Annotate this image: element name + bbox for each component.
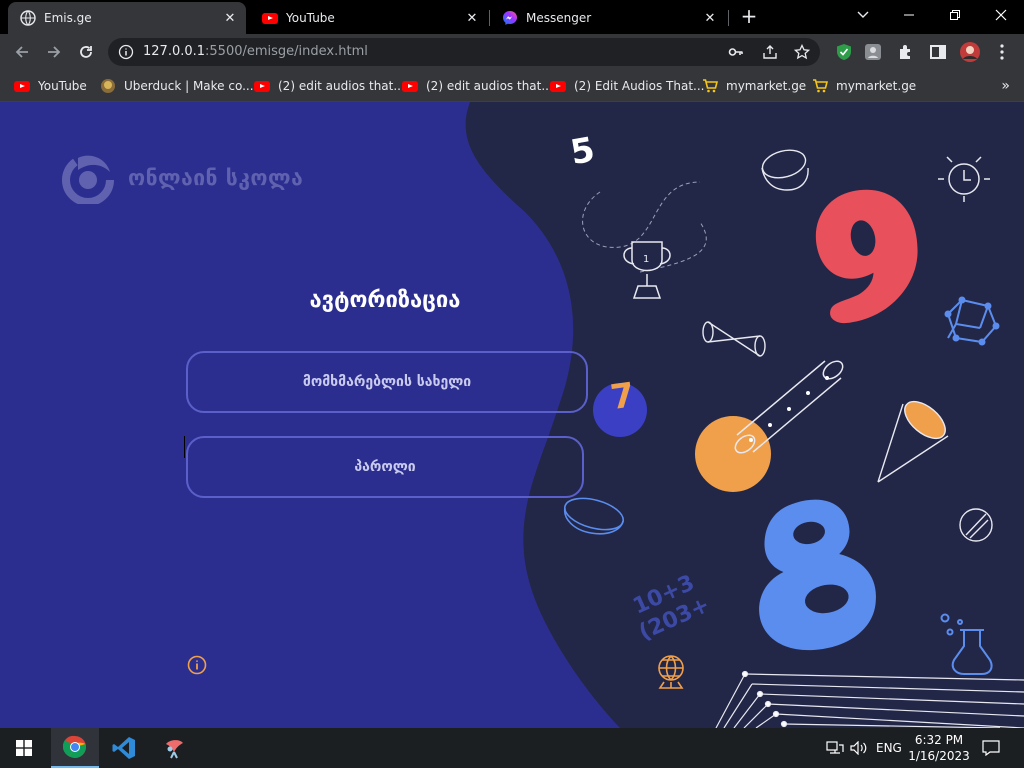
taskbar-vscode[interactable] (100, 728, 148, 768)
uberduck-icon (100, 78, 116, 94)
taskbar-chrome[interactable] (51, 728, 99, 768)
app-icon (166, 740, 183, 759)
password-field[interactable] (186, 436, 584, 498)
key-icon[interactable] (728, 44, 744, 60)
page-title: ავტორიზაცია (309, 288, 461, 313)
username-field[interactable] (186, 351, 588, 413)
tab-emis[interactable]: Emis.ge ✕ (8, 2, 246, 34)
messenger-icon (502, 10, 518, 26)
arrow-right-icon (48, 46, 61, 58)
bookmark-item[interactable]: mymarket.ge (812, 77, 916, 95)
notification-icon (982, 740, 1000, 756)
bookmark-item[interactable]: (2) edit audios that... (402, 77, 553, 95)
youtube-icon (14, 78, 30, 94)
bookmarks-bar: YouTube Uberduck | Make co... (2) edit a… (0, 70, 1024, 102)
share-icon[interactable] (762, 44, 778, 60)
cart-icon (812, 78, 828, 94)
bookmark-item[interactable]: (2) edit audios that... (254, 77, 405, 95)
close-icon[interactable]: ✕ (464, 10, 480, 26)
bookmark-item[interactable]: YouTube (14, 77, 87, 95)
input-language[interactable]: ENG (876, 728, 902, 768)
bookmark-item[interactable]: (2) Edit Audios That... (550, 77, 704, 95)
start-button[interactable] (0, 728, 48, 768)
shield-icon[interactable] (835, 43, 853, 61)
youtube-icon (550, 78, 566, 94)
sidepanel-icon[interactable] (929, 43, 947, 61)
tab-title: YouTube (286, 11, 335, 25)
browser-toolbar: 127.0.0.1:5500/emisge/index.html (0, 34, 1024, 70)
close-window-button[interactable] (978, 0, 1024, 30)
clock-time: 6:32 PM (914, 733, 964, 747)
svg-text:1: 1 (643, 254, 649, 265)
vscode-icon (112, 737, 135, 759)
close-icon (995, 9, 1007, 21)
back-button[interactable] (10, 40, 34, 64)
close-icon[interactable]: ✕ (222, 10, 238, 26)
forward-button[interactable] (42, 40, 66, 64)
chevron-down-icon (857, 11, 869, 18)
extension-avatar-icon[interactable] (864, 43, 882, 61)
taskbar-app[interactable] (150, 728, 198, 768)
tab-strip: Emis.ge ✕ YouTube ✕ Messenger ✕ + (0, 0, 1024, 34)
system-clock[interactable]: 6:32 PM 1/16/2023 (906, 732, 972, 764)
globe-icon (20, 10, 36, 26)
reload-button[interactable] (74, 40, 98, 64)
page-viewport: 5 1 7 10+3 (203+ ონლაინ სკოლა ავტორიზაცი… (0, 102, 1024, 728)
youtube-icon (402, 78, 418, 94)
youtube-icon (262, 10, 278, 26)
tab-title: Emis.ge (44, 11, 92, 25)
tab-messenger[interactable]: Messenger ✕ (490, 2, 726, 34)
volume-icon[interactable] (850, 728, 868, 768)
tab-search-button[interactable] (840, 0, 886, 30)
site-logo[interactable]: ონლაინ სკოლა (62, 152, 303, 204)
restore-button[interactable] (932, 0, 978, 30)
tab-divider (728, 10, 729, 26)
minimize-button[interactable] (886, 0, 932, 30)
arrow-left-icon (15, 46, 28, 58)
star-icon[interactable] (794, 44, 810, 60)
info-icon[interactable] (187, 655, 207, 675)
url-text: 127.0.0.1:5500/emisge/index.html (143, 44, 368, 59)
notifications-button[interactable] (982, 728, 1000, 768)
youtube-icon (254, 78, 270, 94)
close-icon[interactable]: ✕ (702, 10, 718, 26)
windows-taskbar: ENG 6:32 PM 1/16/2023 (0, 728, 1024, 768)
minimize-icon (904, 14, 914, 16)
username-input[interactable] (188, 353, 586, 411)
network-icon[interactable] (826, 728, 844, 768)
bookmarks-overflow-button[interactable]: » (1001, 78, 1010, 94)
tab-title: Messenger (526, 11, 592, 25)
clock-date: 1/16/2023 (908, 749, 970, 763)
password-input[interactable] (188, 438, 582, 496)
logo-mark-icon (62, 154, 114, 204)
new-tab-button[interactable]: + (738, 6, 760, 28)
puzzle-icon[interactable] (897, 43, 915, 61)
profile-avatar-icon[interactable] (960, 42, 980, 62)
tab-youtube[interactable]: YouTube ✕ (250, 2, 488, 34)
logo-text: ონლაინ სკოლა (128, 166, 304, 190)
restore-icon (950, 10, 960, 20)
address-bar[interactable]: 127.0.0.1:5500/emisge/index.html (108, 38, 820, 66)
info-icon (118, 44, 134, 60)
text-cursor (184, 436, 185, 458)
cart-icon (702, 78, 718, 94)
bookmark-item[interactable]: mymarket.ge (702, 77, 806, 95)
more-menu-icon[interactable] (995, 43, 1009, 61)
windows-icon (16, 740, 32, 756)
reload-icon (80, 46, 92, 58)
chrome-icon (63, 735, 86, 758)
bookmark-item[interactable]: Uberduck | Make co... (100, 77, 254, 95)
